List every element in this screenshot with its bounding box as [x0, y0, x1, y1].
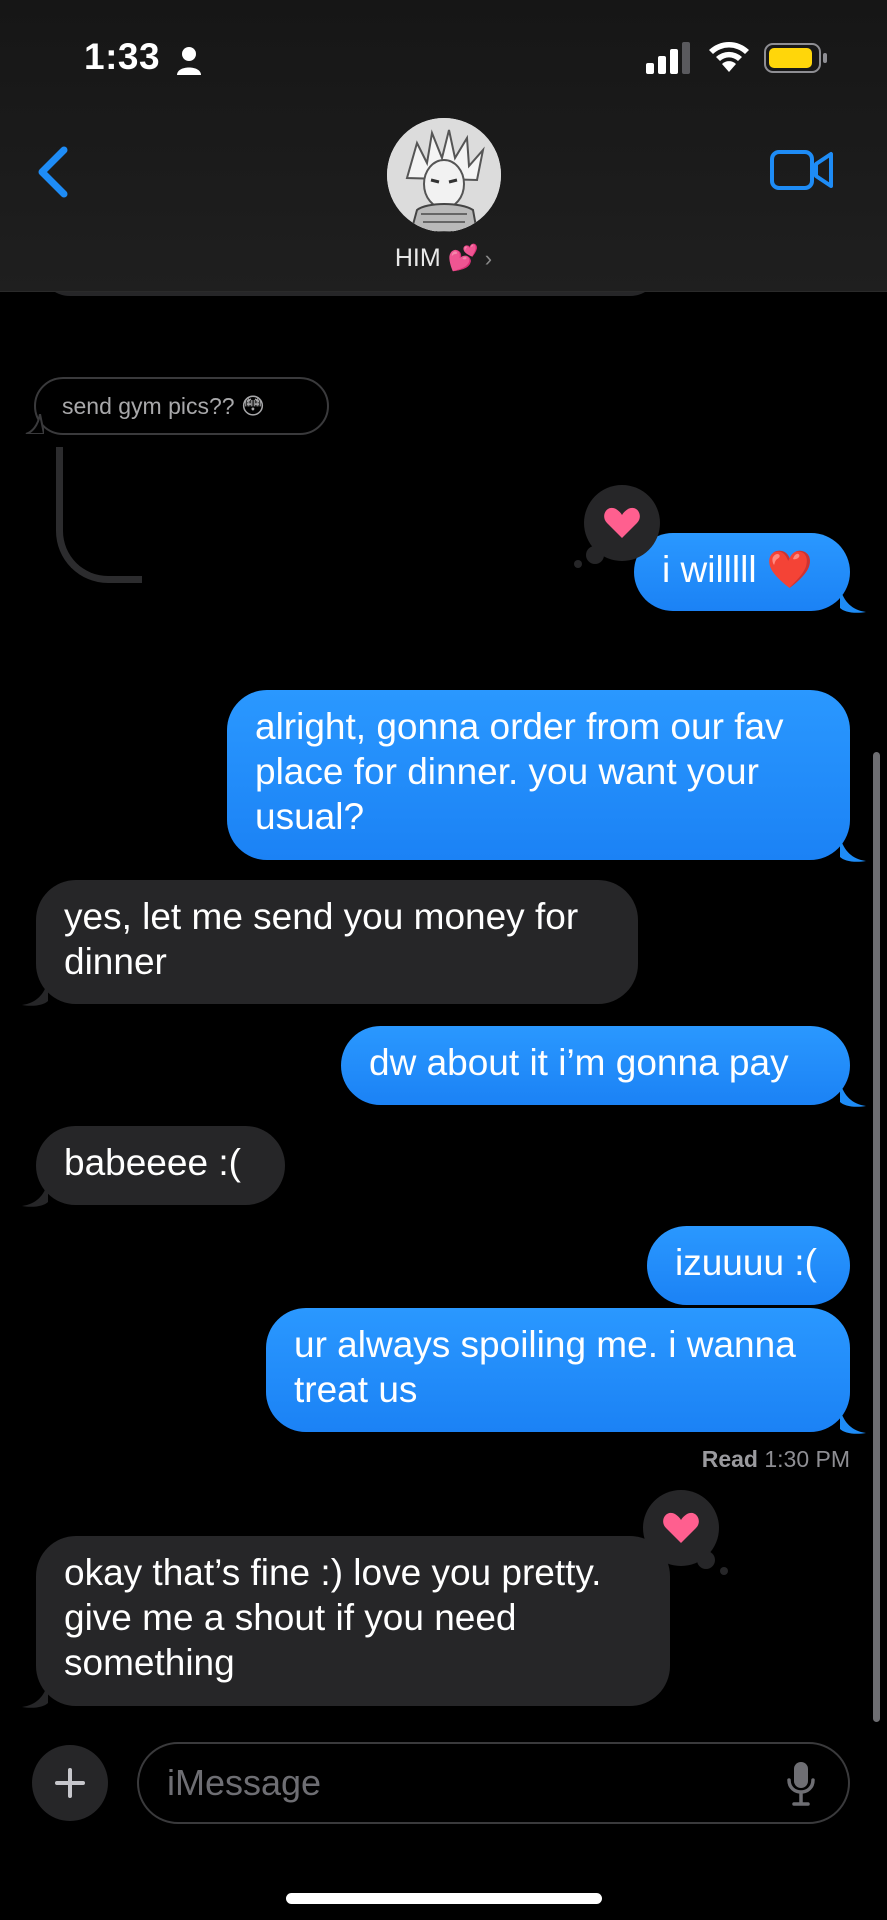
contact-avatar[interactable] [387, 118, 501, 232]
sent-message[interactable]: izuuuu :( [647, 1226, 850, 1305]
signal-icon [646, 42, 690, 74]
person-icon [177, 47, 201, 75]
read-label: Read [701, 1446, 758, 1472]
sent-message[interactable]: alright, gonna order from our fav place … [227, 690, 850, 860]
apps-plus-button[interactable] [32, 1745, 108, 1821]
reply-thread-line [56, 447, 142, 583]
received-message[interactable]: okay that’s fine :) love you pretty. giv… [36, 1536, 670, 1706]
tapback-dot [586, 546, 604, 564]
reply-quoted-message[interactable]: send gym pics?? 😳 [34, 377, 329, 435]
mic-icon[interactable] [786, 1760, 816, 1806]
bubble-tail [840, 1409, 866, 1434]
battery-icon [764, 43, 827, 73]
tapback-dot [574, 560, 582, 568]
video-icon[interactable] [770, 148, 834, 192]
heart-icon [663, 1512, 699, 1543]
received-message[interactable]: babeeee :( [36, 1126, 285, 1205]
sent-message[interactable]: ur always spoiling me. i wanna treat us [266, 1308, 850, 1432]
wifi-icon [709, 42, 749, 72]
read-receipt: Read 1:30 PM [702, 1446, 850, 1473]
bubble-tail [840, 837, 866, 862]
contact-name-text: HIM 💕 [394, 244, 479, 272]
sent-message[interactable]: i willlll ❤️ [634, 533, 850, 611]
reply-tail [25, 414, 44, 434]
scrollbar[interactable] [873, 752, 880, 1722]
tapback-dot [720, 1567, 728, 1575]
bubble-tail [22, 981, 48, 1006]
imessage-screen: 1:33 HIM 💕 › send gym pics?? 😳 i willlll… [0, 0, 887, 1920]
bubble-tail [22, 1182, 48, 1207]
status-time: 1:33 [84, 36, 161, 77]
message-input[interactable] [137, 1742, 850, 1824]
heart-icon [604, 507, 640, 538]
contact-chevron-icon: › [484, 246, 493, 271]
contact-name[interactable]: HIM 💕 › [0, 244, 887, 273]
received-message[interactable]: yes, let me send you money for dinner [36, 880, 638, 1004]
avatar-artwork [387, 118, 501, 232]
back-chevron-icon[interactable] [34, 144, 74, 200]
bubble-tail [22, 1683, 48, 1708]
sent-message[interactable]: dw about it i’m gonna pay [341, 1026, 850, 1105]
home-indicator[interactable] [286, 1893, 602, 1904]
bubble-tail [840, 588, 866, 613]
read-time: 1:30 PM [764, 1446, 850, 1472]
tapback-dot [697, 1551, 715, 1569]
conversation-header: 1:33 HIM 💕 › [0, 0, 887, 292]
bubble-tail [840, 1082, 866, 1107]
plus-icon [55, 1768, 85, 1798]
